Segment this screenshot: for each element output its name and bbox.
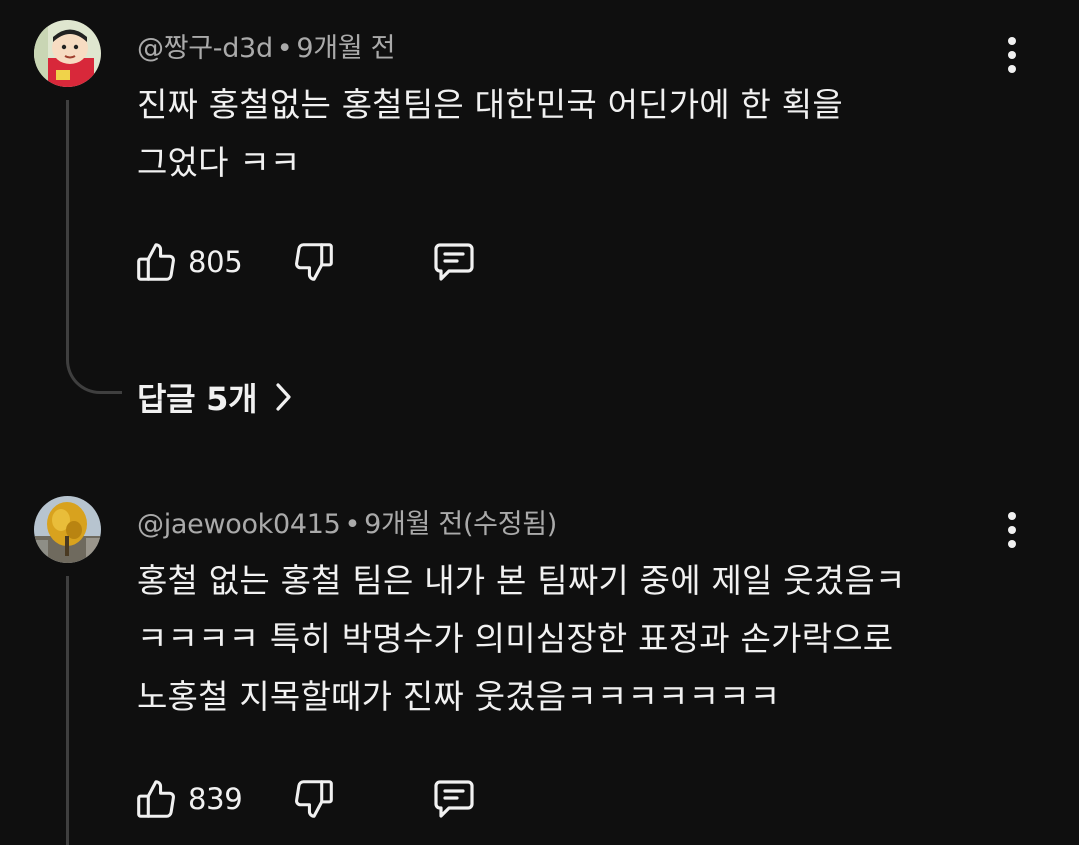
- replies-label: 답글 5개: [137, 380, 258, 418]
- chevron-right-icon: [276, 383, 291, 411]
- view-replies-button[interactable]: 답글 5개: [137, 372, 295, 422]
- thumbs-down-icon: [295, 243, 333, 281]
- comment-line: 노홍철 지목할때가 진짜 웃겼음ㅋㅋㅋㅋㅋㅋㅋ: [137, 677, 781, 716]
- author-name[interactable]: @짱구-d3d: [137, 33, 273, 64]
- thread-connector: [66, 346, 122, 394]
- like-button[interactable]: 839: [132, 773, 243, 825]
- avatar[interactable]: [34, 20, 101, 87]
- reply-comment-icon: [434, 243, 474, 281]
- avatar[interactable]: [34, 496, 101, 563]
- comment-text: 진짜 홍철없는 홍철팀은 대한민국 어딘가에 한 획을 그었다 ㅋㅋ: [137, 76, 1007, 192]
- meta-separator: •: [344, 509, 361, 540]
- dislike-button[interactable]: [292, 236, 338, 288]
- comment-actions: 839: [132, 773, 492, 825]
- comment-line: 진짜 홍철없는 홍철팀은 대한민국 어딘가에 한 획을: [137, 85, 843, 124]
- thumbs-up-icon: [137, 243, 175, 281]
- comment-time[interactable]: 9개월 전: [364, 509, 463, 540]
- reply-button[interactable]: [430, 773, 478, 825]
- thumbs-up-icon: [137, 780, 175, 818]
- like-count: 839: [188, 782, 243, 816]
- comment-meta: @짱구-d3d • 9개월 전: [137, 26, 396, 65]
- comment-line: 홍철 없는 홍철 팀은 내가 본 팀짜기 중에 제일 웃겼음ㅋ: [137, 561, 906, 600]
- more-vert-icon: [1008, 37, 1016, 45]
- dislike-button[interactable]: [292, 773, 338, 825]
- like-count: 805: [188, 245, 243, 279]
- more-actions-button[interactable]: [996, 506, 1028, 554]
- thread-line: [66, 100, 69, 350]
- comment-time[interactable]: 9개월 전: [296, 33, 395, 64]
- comment-line: 그었다 ㅋㅋ: [137, 143, 301, 182]
- reply-comment-icon: [434, 780, 474, 818]
- comment-text: 홍철 없는 홍철 팀은 내가 본 팀짜기 중에 제일 웃겼음ㅋ ㅋㅋㅋㅋ 특히 …: [137, 552, 1007, 726]
- author-name[interactable]: @jaewook0415: [137, 509, 341, 540]
- reply-button[interactable]: [430, 236, 478, 288]
- comment-line: ㅋㅋㅋㅋ 특히 박명수가 의미심장한 표정과 손가락으로: [137, 619, 894, 658]
- thread-line: [66, 576, 69, 845]
- more-actions-button[interactable]: [996, 31, 1028, 79]
- comment-actions: 805: [132, 236, 492, 288]
- more-vert-icon: [1008, 512, 1016, 520]
- edited-label: (수정됨): [462, 509, 558, 540]
- comment-meta: @jaewook0415 • 9개월 전(수정됨): [137, 502, 557, 541]
- meta-separator: •: [276, 33, 293, 64]
- like-button[interactable]: 805: [132, 236, 243, 288]
- thumbs-down-icon: [295, 780, 333, 818]
